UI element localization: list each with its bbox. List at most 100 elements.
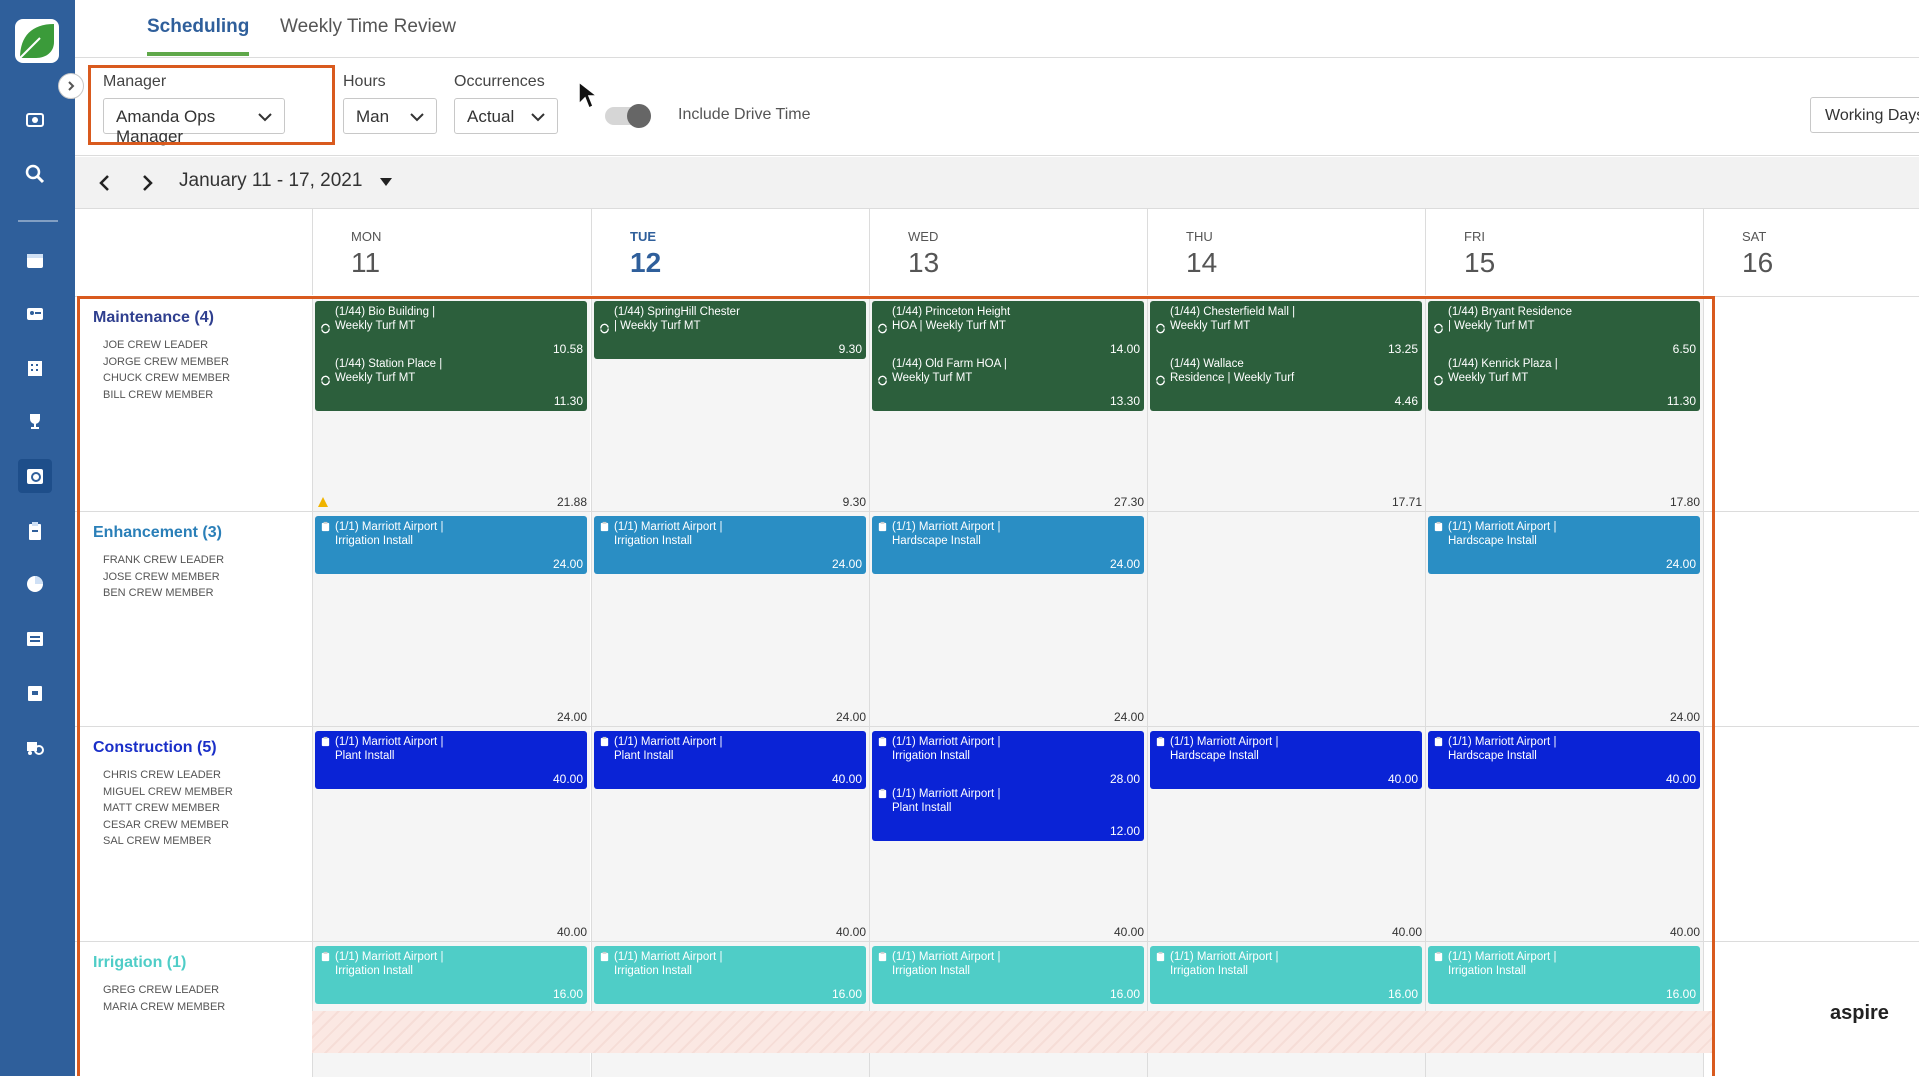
job-card[interactable]: (1/1) Marriott Airport | Irrigation Insta… [1150, 946, 1422, 1004]
job-card[interactable]: (1/1) Marriott Airport | Irrigation Insta… [872, 946, 1144, 1004]
sidebar-item-archive[interactable] [18, 676, 52, 710]
job-card[interactable]: (1/44) Old Farm HOA | Weekly Turf MT 13.30 [872, 353, 1144, 411]
job-card[interactable]: (1/44) Wallace Residence | Weekly Turf 4.4… [1150, 353, 1422, 411]
job-card[interactable]: (1/44) Bryant Residence | Weekly Turf MT 6… [1428, 301, 1700, 359]
crew-name[interactable]: Construction (5) [93, 739, 217, 757]
day-cell[interactable]: 9.30 (1/44) SpringHill Chester | Weekly Tu… [591, 297, 869, 512]
working-days-select[interactable]: Working Days [1810, 97, 1919, 133]
sidebar-item-schedule[interactable] [18, 459, 52, 493]
day-cell[interactable]: (1/1) Marriott Airport | Irrigation Insta… [1147, 942, 1425, 1077]
job-card[interactable]: (1/1) Marriott Airport | Irrigation Insta… [1428, 946, 1700, 1004]
sidebar-item-invoice[interactable] [18, 622, 52, 656]
cell-total-hours: 24.00 [1669, 710, 1700, 724]
day-cell[interactable]: 24.00 (1/1) Marriott Airport | Irrigation … [312, 512, 590, 727]
day-header-tue[interactable]: TUE 12 [591, 209, 869, 295]
clipboard-icon [600, 951, 609, 962]
sidebar-item-truck-settings[interactable] [18, 730, 52, 764]
crew-name[interactable]: Maintenance (4) [93, 309, 214, 327]
day-header-fri[interactable]: FRI 15 [1425, 209, 1703, 295]
job-service: Irrigation Install [892, 965, 970, 977]
day-cell-saturday[interactable] [1703, 727, 1919, 942]
sidebar-item-contact-card[interactable] [18, 297, 52, 331]
day-cell[interactable]: 40.00 (1/1) Marriott Airport | Plant Insta… [312, 727, 590, 942]
day-cell[interactable]: 40.00 (1/1) Marriott Airport | Irrigation … [869, 727, 1147, 942]
day-cell[interactable]: 24.00 (1/1) Marriott Airport | Irrigation … [591, 512, 869, 727]
job-card[interactable]: (1/44) Bio Building | Weekly Turf MT 10.58 [315, 301, 587, 359]
day-cell[interactable]: 17.80 (1/44) Bryant Residence | Weekly Tur… [1425, 297, 1703, 512]
job-title: (1/1) Marriott Airport | [892, 788, 1001, 800]
day-cell[interactable]: (1/1) Marriott Airport | Irrigation Insta… [591, 942, 869, 1077]
day-cell[interactable]: (1/1) Marriott Airport | Irrigation Insta… [312, 942, 590, 1077]
job-card[interactable]: (1/1) Marriott Airport | Plant Install 12.… [872, 783, 1144, 841]
job-card[interactable]: (1/44) SpringHill Chester | Weekly Turf M… [594, 301, 866, 359]
sidebar-item-building[interactable] [18, 351, 52, 385]
tab-weekly-time-review[interactable]: Weekly Time Review [280, 16, 456, 52]
job-card[interactable]: (1/1) Marriott Airport | Irrigation Insta… [315, 946, 587, 1004]
job-card[interactable]: (1/1) Marriott Airport | Hardscape Instal… [1428, 516, 1700, 574]
day-cell[interactable]: 21.88 (1/44) Bio Building | Weekly Turf MT… [312, 297, 590, 512]
hours-select[interactable]: Man [343, 98, 437, 134]
cell-total-hours: 17.80 [1669, 495, 1700, 509]
day-cell[interactable]: 24.00 (1/1) Marriott Airport | Hardscape I… [1425, 512, 1703, 727]
chevron-right-icon[interactable] [137, 173, 157, 193]
caret-down-icon[interactable] [379, 177, 393, 187]
job-hours: 40.00 [552, 772, 583, 786]
date-range-label[interactable]: January 11 - 17, 2021 [179, 170, 362, 192]
job-service: Plant Install [614, 750, 674, 762]
day-cell-saturday[interactable] [1703, 297, 1919, 512]
sidebar-expand-button[interactable] [58, 73, 84, 99]
crew-name[interactable]: Irrigation (1) [93, 954, 186, 972]
job-card[interactable]: (1/1) Marriott Airport | Hardscape Instal… [872, 516, 1144, 574]
tab-scheduling[interactable]: Scheduling [147, 16, 250, 56]
day-cell[interactable]: 40.00 (1/1) Marriott Airport | Hardscape I… [1425, 727, 1703, 942]
day-header-wed[interactable]: WED 13 [869, 209, 1147, 295]
day-header-thu[interactable]: THU 14 [1147, 209, 1425, 295]
job-card[interactable]: (1/1) Marriott Airport | Irrigation Insta… [872, 731, 1144, 789]
day-cell[interactable]: 40.00 (1/1) Marriott Airport | Hardscape I… [1147, 727, 1425, 942]
day-cell[interactable]: 17.71 (1/44) Chesterfield Mall | Weekly Tu… [1147, 297, 1425, 512]
job-card[interactable]: (1/44) Chesterfield Mall | Weekly Turf MT… [1150, 301, 1422, 359]
day-cell[interactable]: 40.00 (1/1) Marriott Airport | Plant Insta… [591, 727, 869, 942]
job-card[interactable]: (1/1) Marriott Airport | Plant Install 40.… [315, 731, 587, 789]
job-card[interactable]: (1/44) Station Place | Weekly Turf MT 11.3… [315, 353, 587, 411]
job-card[interactable]: (1/1) Marriott Airport | Irrigation Insta… [594, 516, 866, 574]
crew-name[interactable]: Enhancement (3) [93, 524, 222, 542]
warning-icon[interactable] [317, 496, 329, 508]
day-cell[interactable]: (1/1) Marriott Airport | Irrigation Insta… [869, 942, 1147, 1077]
job-card[interactable]: (1/44) Princeton Height HOA | Weekly Turf… [872, 301, 1144, 359]
job-service: Irrigation Install [1448, 965, 1526, 977]
job-title: (1/44) SpringHill Chester [614, 306, 740, 318]
manager-highlight-box [88, 65, 335, 145]
day-header-mon[interactable]: MON 11 [312, 209, 590, 295]
search-icon [25, 164, 45, 184]
job-card[interactable]: (1/1) Marriott Airport | Hardscape Instal… [1150, 731, 1422, 789]
job-card[interactable]: (1/1) Marriott Airport | Hardscape Instal… [1428, 731, 1700, 789]
job-card[interactable]: (1/44) Kenrick Plaza | Weekly Turf MT 11.3… [1428, 353, 1700, 411]
day-cell[interactable] [1147, 512, 1425, 727]
sidebar [0, 0, 75, 1076]
drive-time-toggle[interactable] [605, 104, 651, 128]
sidebar-item-trophy[interactable] [18, 404, 52, 438]
occurrences-select[interactable]: Actual [454, 98, 558, 134]
job-service: Irrigation Install [614, 965, 692, 977]
job-hours: 13.30 [1109, 394, 1140, 408]
sidebar-item-search[interactable] [18, 157, 52, 191]
cell-total-hours: 27.30 [1113, 495, 1144, 509]
day-cell[interactable]: 27.30 (1/44) Princeton Height HOA | Weekly… [869, 297, 1147, 512]
sidebar-divider [18, 220, 58, 222]
sidebar-item-camera[interactable] [18, 102, 52, 136]
sidebar-item-clipboard[interactable] [18, 514, 52, 548]
job-title: (1/1) Marriott Airport | [335, 951, 444, 963]
job-card[interactable]: (1/1) Marriott Airport | Irrigation Insta… [594, 946, 866, 1004]
day-header-sat[interactable]: SAT 16 [1703, 209, 1919, 295]
chevron-left-icon[interactable] [95, 173, 115, 193]
app-logo-icon[interactable] [14, 18, 60, 64]
job-card[interactable]: (1/1) Marriott Airport | Plant Install 40.… [594, 731, 866, 789]
day-cell[interactable]: 24.00 (1/1) Marriott Airport | Hardscape I… [869, 512, 1147, 727]
job-card[interactable]: (1/1) Marriott Airport | Irrigation Insta… [315, 516, 587, 574]
sidebar-item-calendar[interactable] [18, 243, 52, 277]
day-cell-saturday[interactable] [1703, 512, 1919, 727]
day-cell[interactable]: (1/1) Marriott Airport | Irrigation Insta… [1425, 942, 1703, 1077]
crew-member: Joe Crew Leader [103, 339, 209, 351]
sidebar-item-pie-chart[interactable] [18, 567, 52, 601]
